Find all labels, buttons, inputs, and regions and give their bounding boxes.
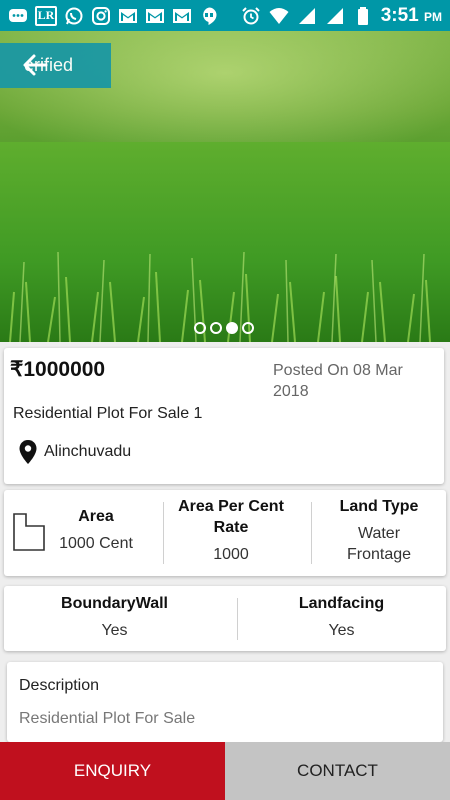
description-label: Description xyxy=(19,677,100,694)
back-arrow-icon[interactable] xyxy=(22,52,48,78)
listing-title: Residential Plot For Sale 1 xyxy=(13,405,203,422)
rate-value: 1000 xyxy=(213,546,249,563)
description-text: Residential Plot For Sale xyxy=(19,710,196,727)
land-type-label: Land Type xyxy=(339,498,419,515)
gmail-icon xyxy=(172,6,192,26)
rate-label: Area Per Cent Rate xyxy=(178,498,284,536)
contact-button[interactable]: CONTACT xyxy=(225,742,450,800)
listing-photo-carousel[interactable]: erified xyxy=(0,31,450,342)
divider xyxy=(163,502,164,564)
location-label: Alinchuvadu xyxy=(44,443,132,460)
carousel-dot-active[interactable] xyxy=(226,322,238,334)
signal-icon xyxy=(297,6,317,26)
area-value: 1000 Cent xyxy=(59,535,133,552)
listing-price: ₹1000000 xyxy=(10,358,106,381)
landfacing-value: Yes xyxy=(328,622,355,639)
posted-date: Posted On 08 Mar 2018 xyxy=(273,362,403,400)
carousel-dot[interactable] xyxy=(210,322,222,334)
gmail-icon xyxy=(145,6,165,26)
notification-icons: LR xyxy=(8,5,219,26)
land-type-column: Land Type Water Frontage xyxy=(316,496,442,565)
instagram-icon xyxy=(91,6,111,26)
carousel-dot[interactable] xyxy=(242,322,254,334)
battery-icon xyxy=(353,6,373,26)
gmail-icon xyxy=(118,6,138,26)
lr-icon: LR xyxy=(35,5,57,26)
status-bar: LR 3:51 PM xyxy=(0,0,450,31)
landfacing-label: Landfacing xyxy=(298,595,385,612)
listing-location: Alinchuvadu xyxy=(18,439,131,465)
property-details-card: Area 1000 Cent Area Per Cent Rate 1000 L… xyxy=(4,490,446,576)
location-pin-icon xyxy=(19,440,37,464)
whatsapp-icon xyxy=(64,6,84,26)
area-column: Area 1000 Cent xyxy=(48,506,144,554)
area-label: Area xyxy=(78,508,114,525)
boundary-wall-label: BoundaryWall xyxy=(61,595,168,612)
alarm-icon xyxy=(241,6,261,26)
carousel-indicator xyxy=(194,322,254,334)
hangouts-icon xyxy=(199,6,219,26)
status-time: 3:51 PM xyxy=(380,4,442,26)
system-icons: 3:51 PM xyxy=(241,5,442,27)
signal-icon xyxy=(325,6,345,26)
land-type-value: Water Frontage xyxy=(346,525,412,563)
verified-badge: erified xyxy=(0,43,111,88)
grass-photo xyxy=(0,142,450,342)
carousel-dot[interactable] xyxy=(194,322,206,334)
landfacing-column: Landfacing Yes xyxy=(237,593,446,641)
property-features-card: BoundaryWall Yes Landfacing Yes xyxy=(4,586,446,651)
listing-summary-card: ₹1000000 Posted On 08 Mar 2018 Residenti… xyxy=(4,348,444,484)
rate-column: Area Per Cent Rate 1000 xyxy=(168,496,294,565)
boundary-wall-column: BoundaryWall Yes xyxy=(4,593,225,641)
divider xyxy=(311,502,312,564)
enquiry-button[interactable]: ENQUIRY xyxy=(0,742,225,800)
description-card: Description Residential Plot For Sale xyxy=(7,662,443,742)
area-plot-icon xyxy=(13,513,45,551)
boundary-wall-value: Yes xyxy=(101,622,128,639)
wifi-icon xyxy=(269,6,289,26)
message-icon xyxy=(8,6,28,26)
